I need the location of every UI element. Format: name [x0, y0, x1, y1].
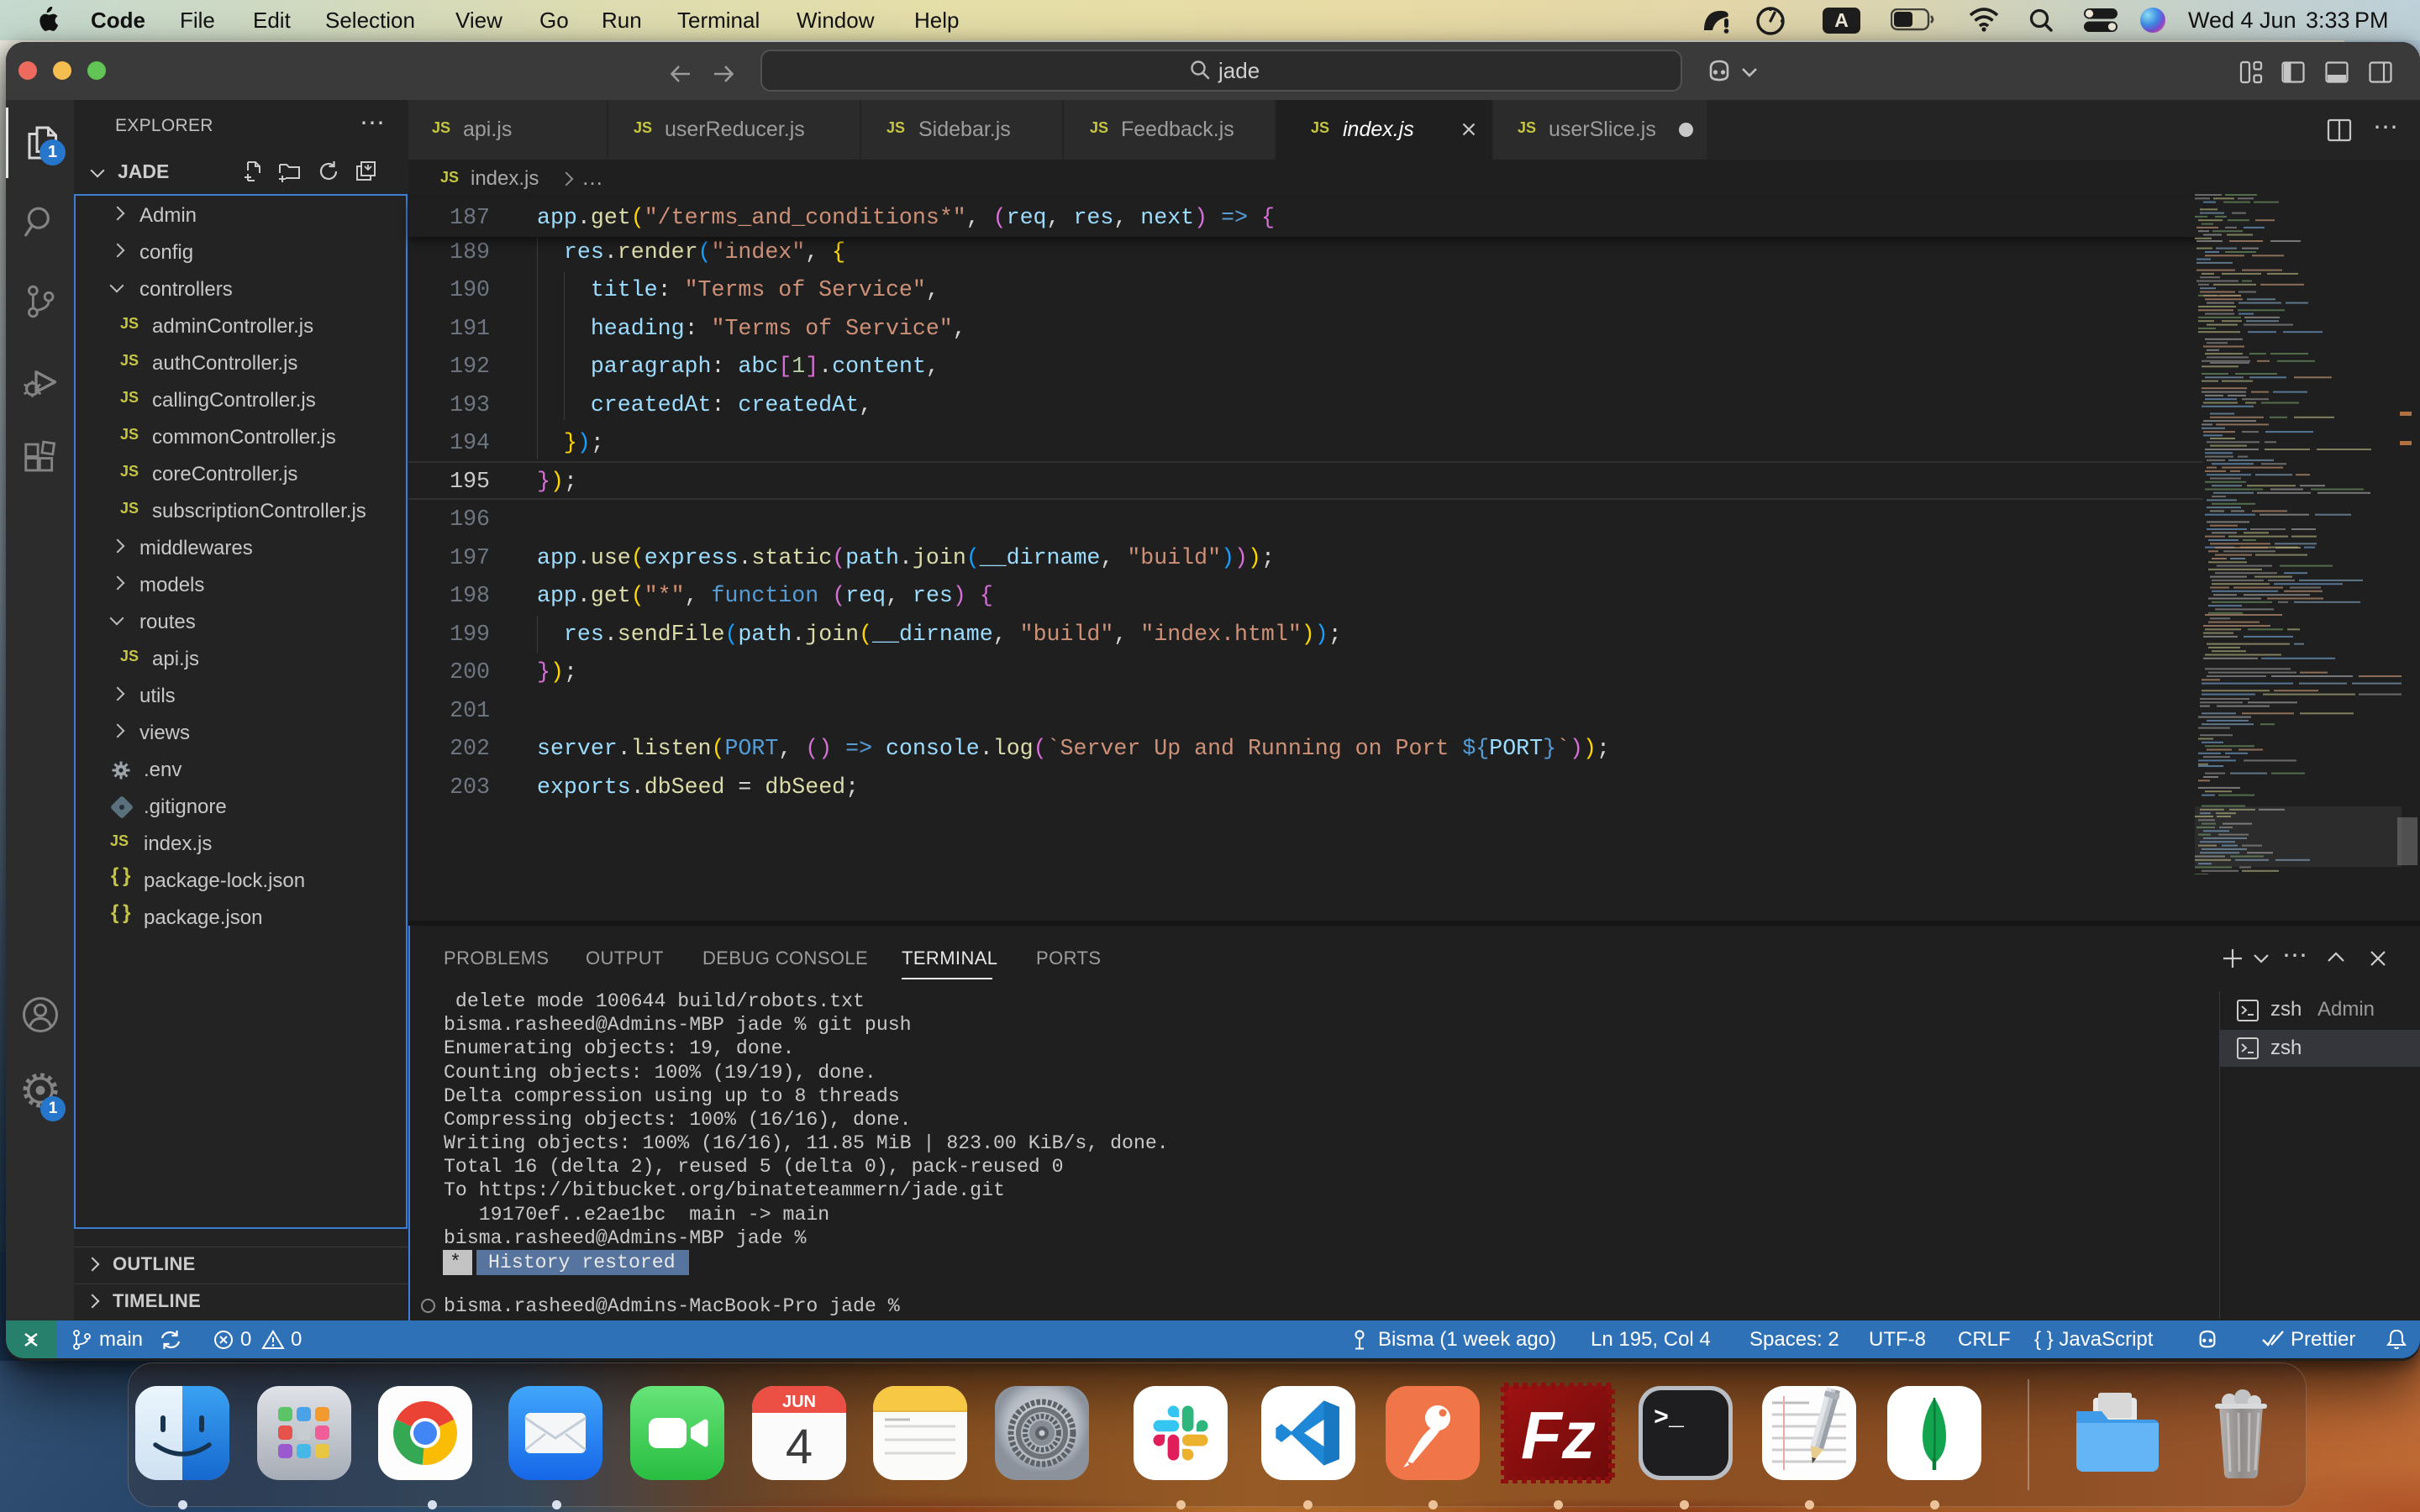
svg-text:>_: >_	[1654, 1404, 1685, 1433]
svg-text:4: 4	[786, 1420, 813, 1474]
svg-text:Fz: Fz	[1521, 1398, 1596, 1473]
svg-text:JUN: JUN	[782, 1393, 816, 1411]
